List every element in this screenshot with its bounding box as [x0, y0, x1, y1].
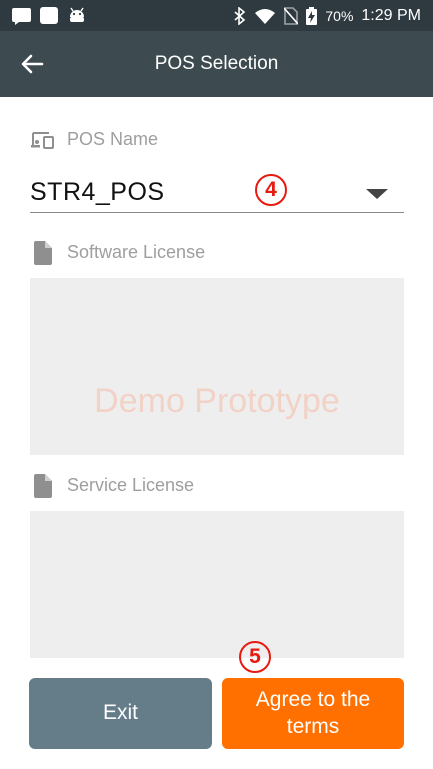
devices-icon	[30, 127, 55, 152]
pos-name-selected-value: STR4_POS	[30, 178, 165, 206]
app-bar: POS Selection	[0, 31, 433, 97]
step-marker-4: 4	[255, 174, 287, 206]
wifi-icon	[255, 8, 276, 24]
pos-name-dropdown[interactable]: STR4_POS	[30, 170, 404, 213]
notification-square-icon	[40, 7, 58, 24]
software-license-label-row: Software License	[30, 240, 205, 265]
message-icon	[12, 8, 31, 25]
service-license-label: Service License	[67, 475, 195, 495]
exit-button[interactable]: Exit	[29, 678, 212, 749]
status-bar: 70% 1:29 PM	[0, 0, 433, 31]
demo-watermark: Demo Prototype	[94, 382, 340, 420]
status-right-icons: 70% 1:29 PM	[234, 6, 421, 26]
battery-charging-icon	[306, 7, 318, 25]
pos-name-label-row: POS Name	[30, 127, 158, 152]
battery-percent: 70%	[325, 8, 354, 24]
software-license-label: Software License	[67, 242, 206, 262]
page-title: POS Selection	[154, 53, 279, 74]
software-license-box[interactable]: Demo Prototype	[30, 278, 404, 455]
step-marker-5: 5	[239, 641, 271, 673]
dropdown-arrow-icon	[366, 189, 388, 199]
document-icon	[30, 240, 55, 265]
agree-button[interactable]: Agree to the terms	[222, 678, 404, 749]
status-time: 1:29 PM	[361, 7, 421, 24]
service-license-box[interactable]	[30, 511, 404, 658]
bluetooth-icon	[234, 7, 246, 25]
pos-name-label: POS Name	[67, 129, 159, 149]
service-license-label-row: Service License	[30, 473, 194, 498]
android-icon	[70, 7, 84, 22]
status-left-icons	[12, 7, 102, 25]
no-sim-icon	[284, 7, 299, 25]
document-icon	[30, 473, 55, 498]
